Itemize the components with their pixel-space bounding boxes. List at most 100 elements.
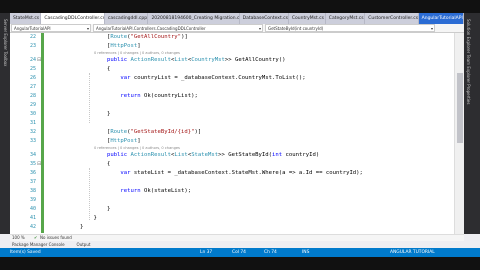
line-number: 24: [29, 57, 36, 63]
code-token: CountryMst: [191, 57, 225, 63]
code-token: var: [120, 170, 134, 176]
code-editor[interactable]: 22 23 24 25 26 27 28 29 30 31 32 33 34 3…: [10, 33, 464, 234]
code-token: Route: [110, 129, 128, 135]
letterbox-bottom: [0, 257, 480, 270]
left-rail-label[interactable]: Server Explorer Toolbox: [3, 19, 8, 66]
tab-countrymst[interactable]: CountryMst.cs: [289, 13, 326, 24]
codelens-references[interactable]: 0 references | 0 changes | 0 authors, 0 …: [94, 51, 180, 55]
tab-migration[interactable]: 20200818194600_Creating Migration.cs: [148, 13, 240, 24]
vertical-scrollbar[interactable]: [454, 33, 464, 234]
editor-footer: 100 % ✔ No issues found: [10, 234, 464, 241]
code-line[interactable]: public ActionResult<List<CountryMst>> Ge…: [80, 57, 286, 63]
code-line[interactable]: }: [80, 215, 96, 221]
code-token: StateMst: [191, 152, 219, 158]
code-token: return: [120, 188, 144, 194]
tab-output[interactable]: Output: [77, 241, 91, 248]
line-number: 41: [29, 215, 36, 221]
code-token: "GetAllCountry": [130, 34, 182, 40]
code-line[interactable]: {: [80, 66, 110, 72]
bottom-panel-tabs: Package Manager Console Output: [0, 241, 480, 248]
code-token: ]: [137, 43, 141, 49]
codelens-references[interactable]: 0 references | 0 changes | 0 authors, 0 …: [94, 146, 180, 150]
line-number: 25: [29, 66, 36, 72]
collapse-icon[interactable]: ⊟: [37, 161, 41, 167]
tab-customercontroller[interactable]: CustomerController.cs: [365, 13, 419, 24]
member-dropdown-label: GetStateById(int countryId): [268, 26, 324, 31]
class-dropdown-label: AngularTutorialAPI.Controllers.Cascading…: [96, 26, 206, 31]
code-token: public: [106, 152, 131, 158]
code-line[interactable]: [HttpPost]: [80, 43, 141, 49]
code-token: HttpPost: [110, 43, 138, 49]
project-status[interactable]: ANGULAR TUTORIAL: [390, 248, 435, 257]
line-number: 23: [29, 43, 36, 49]
tab-cascadingddl-controller[interactable]: CascadingDDLController.cs: [41, 13, 105, 24]
line-number: 27: [29, 84, 36, 90]
class-dropdown[interactable]: AngularTutorialAPI.Controllers.Cascading…: [93, 24, 263, 32]
code-line[interactable]: return Ok(countryList);: [80, 93, 198, 99]
code-token: [: [80, 129, 111, 135]
code-token: ]: [137, 138, 141, 144]
collapse-icon[interactable]: ⊟: [37, 57, 41, 63]
column-indicator[interactable]: Col 74: [232, 248, 246, 257]
code-token: return: [120, 93, 144, 99]
code-token: List: [174, 152, 188, 158]
code-line[interactable]: [HttpPost]: [80, 138, 141, 144]
tab-package-manager-console[interactable]: Package Manager Console: [12, 241, 65, 248]
insert-mode-indicator[interactable]: INS: [302, 248, 309, 257]
char-indicator[interactable]: Ch 74: [264, 248, 277, 257]
code-line[interactable]: return Ok(stateList);: [80, 188, 191, 194]
project-dropdown[interactable]: AngularTutorialAPI ▾: [11, 24, 91, 32]
line-number: 22: [29, 34, 36, 40]
code-token: countryList = _databaseContext.CountryMs…: [133, 75, 306, 81]
visual-studio-window: StateMst.cs CascadingDDLController.cs ca…: [0, 13, 480, 257]
code-token: [: [80, 34, 111, 40]
code-line[interactable]: [Route("GetAllCountry")]: [80, 34, 188, 40]
scrollbar-thumb[interactable]: [457, 73, 463, 143]
code-token: countryId): [285, 152, 320, 158]
code-token: >> GetAllCountry(): [224, 57, 286, 63]
code-line[interactable]: var stateList = _databaseContext.StateMs…: [80, 170, 363, 176]
line-number: 33: [29, 138, 36, 144]
code-line[interactable]: var countryList = _databaseContext.Count…: [80, 75, 306, 81]
left-tool-rail[interactable]: Server Explorer Toolbox: [0, 13, 10, 234]
code-line[interactable]: }: [80, 206, 110, 212]
line-number: 35: [29, 161, 36, 167]
line-number: 36: [29, 170, 36, 176]
code-token: int: [272, 152, 286, 158]
navigation-bar: AngularTutorialAPI ▾ AngularTutorialAPI.C…: [10, 24, 464, 33]
code-line[interactable]: public ActionResult<List<StateMst>> GetS…: [80, 152, 319, 158]
right-rail-label[interactable]: Solution Explorer Team Explorer Properti…: [466, 19, 471, 104]
line-number: 34: [29, 152, 36, 158]
code-line[interactable]: [Route("GetStateById/{id}")]: [80, 129, 201, 135]
code-token: Route: [110, 34, 128, 40]
code-line[interactable]: {: [80, 161, 110, 167]
line-indicator[interactable]: Ln 37: [200, 248, 212, 257]
code-token: HttpPost: [110, 138, 138, 144]
code-token: public: [106, 57, 131, 63]
tab-statemst[interactable]: StateMst.cs: [10, 13, 42, 24]
line-number: 42: [29, 224, 36, 230]
code-token: List: [174, 57, 188, 63]
line-number: 29: [29, 102, 36, 108]
code-line[interactable]: }: [80, 111, 110, 117]
tab-pinned-project[interactable]: AngularTutorialAPI: [418, 13, 464, 24]
member-dropdown[interactable]: GetStateById(int countryId) ▾: [265, 24, 435, 32]
code-token: var: [120, 75, 134, 81]
line-number: 40: [29, 206, 36, 212]
status-message: Item(s) Saved: [10, 250, 41, 255]
code-token: stateList = _databaseContext.StateMst.Wh…: [133, 170, 363, 176]
line-number: 38: [29, 188, 36, 194]
tab-cascadingddl-cpp[interactable]: cascadingddl.cpp: [105, 13, 149, 24]
tab-categorymst[interactable]: CategoryMst.cs: [326, 13, 366, 24]
right-tool-rail[interactable]: Solution Explorer Team Explorer Properti…: [464, 13, 480, 234]
project-dropdown-label: AngularTutorialAPI: [14, 26, 51, 31]
code-token: Ok(countryList);: [144, 93, 198, 99]
code-line[interactable]: }: [80, 224, 83, 230]
tab-databasecontext[interactable]: DatabaseContext.cs: [240, 13, 289, 24]
